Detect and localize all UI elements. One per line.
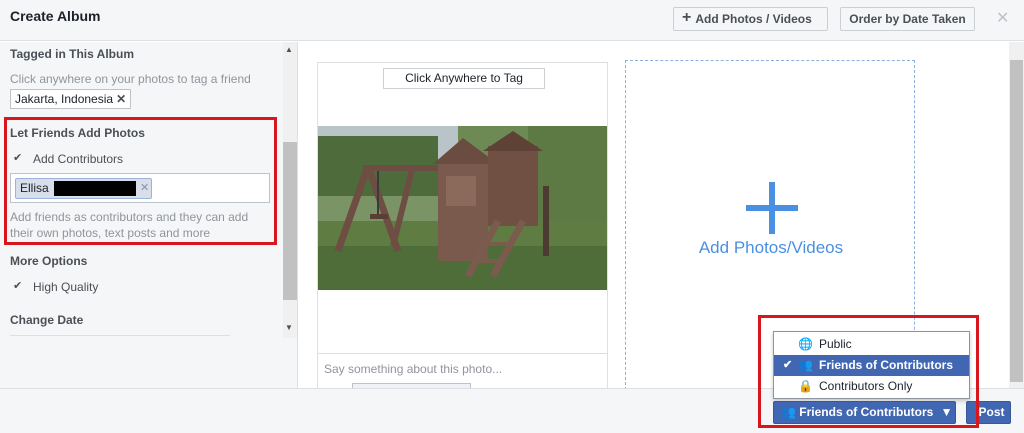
globe-icon: 🌐 (798, 337, 813, 351)
contributors-hint-line1: Add friends as contributors and they can… (10, 210, 249, 224)
add-contributors-checkbox[interactable]: ✔ (13, 152, 25, 164)
post-label: Post (978, 405, 1005, 419)
plus-icon: + (682, 9, 692, 26)
dialog-header: Create Album + Add Photos / Videos Order … (0, 0, 1024, 41)
scroll-down-icon[interactable]: ▼ (285, 323, 293, 332)
privacy-option-label: Public (819, 337, 852, 351)
chevron-down-icon: ▼ (940, 405, 953, 419)
scroll-up-icon[interactable]: ▲ (285, 45, 293, 54)
click-to-tag-button[interactable]: Click Anywhere to Tag (383, 68, 545, 89)
high-quality-label: High Quality (33, 280, 99, 294)
privacy-selector-label: Friends of Contributors (799, 405, 934, 419)
main-scrollbar[interactable] (1009, 42, 1024, 388)
friends-icon: 👥 (781, 405, 796, 419)
sidebar-scrollbar[interactable]: ▲ ▼ (283, 42, 297, 338)
tagged-heading: Tagged in This Album (10, 47, 134, 61)
close-icon[interactable]: ✕ (996, 9, 1009, 29)
let-friends-heading: Let Friends Add Photos (10, 126, 145, 140)
lock-icon: 🔒 (798, 379, 813, 393)
main-scroll-thumb[interactable] (1010, 60, 1023, 382)
dialog-title: Create Album (10, 8, 101, 24)
playground-image-icon (318, 126, 607, 290)
redaction-bar (54, 181, 136, 196)
album-options-sidebar: Tagged in This Album Click anywhere on y… (0, 42, 298, 388)
remove-location-icon[interactable]: ✕ (116, 92, 126, 106)
playground-photo[interactable] (318, 126, 607, 290)
post-button[interactable]: Post (966, 401, 1011, 424)
friends-icon: 👥 (798, 358, 813, 372)
privacy-option-public[interactable]: 🌐 Public (774, 334, 969, 355)
more-options-heading: More Options (10, 254, 88, 268)
privacy-menu: 🌐 Public ✔ 👥 Friends of Contributors 🔒 C… (773, 331, 970, 399)
add-photos-videos-label: Add Photos / Videos (695, 12, 812, 26)
contributors-hint-line2: their own photos, text posts and more (10, 226, 211, 240)
privacy-selector-button[interactable]: 👥 Friends of Contributors ▼ (773, 401, 956, 424)
add-contributors-label: Add Contributors (33, 152, 124, 166)
high-quality-checkbox[interactable]: ✔ (13, 280, 25, 292)
order-by-date-button[interactable]: Order by Date Taken (840, 7, 975, 31)
add-photos-videos-button[interactable]: + Add Photos / Videos (673, 7, 828, 31)
contributor-token: Ellisa ✕ (15, 178, 152, 199)
privacy-option-contributors-only[interactable]: 🔒 Contributors Only (774, 376, 969, 397)
tag-hint: Click anywhere on your photos to tag a f… (10, 72, 251, 86)
contributor-name: Ellisa (20, 181, 49, 195)
add-plus-icon-bar (746, 205, 798, 211)
sidebar-scroll-thumb[interactable] (283, 142, 297, 300)
sidebar-divider (10, 335, 230, 336)
add-photos-videos-zone-label: Add Photos/Videos (698, 238, 844, 257)
change-date-heading[interactable]: Change Date (10, 313, 83, 327)
privacy-option-label: Contributors Only (819, 379, 913, 393)
caption-area[interactable]: Say something about this photo... (318, 353, 607, 393)
caption-placeholder: Say something about this photo... (324, 362, 503, 376)
location-chip[interactable]: Jakarta, Indonesia ✕ (10, 89, 132, 109)
location-chip-label: Jakarta, Indonesia (15, 92, 114, 106)
contributors-input[interactable]: Ellisa ✕ (10, 173, 270, 203)
privacy-option-friends-of-contributors[interactable]: ✔ 👥 Friends of Contributors (774, 355, 969, 376)
remove-contributor-icon[interactable]: ✕ (140, 179, 149, 198)
privacy-option-label: Friends of Contributors (819, 358, 953, 372)
photo-card: Click Anywhere to Tag Say something abou… (317, 62, 608, 393)
checkmark-icon: ✔ (783, 359, 793, 371)
